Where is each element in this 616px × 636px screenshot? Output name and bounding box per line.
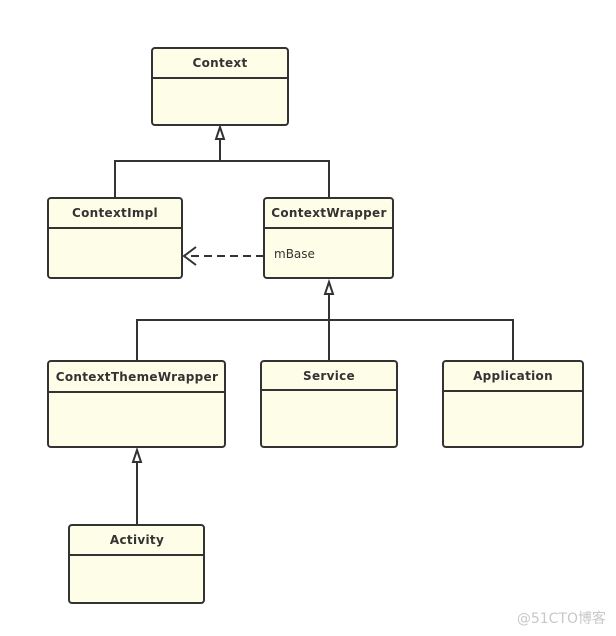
- class-contextthemewrapper[interactable]: ContextThemeWrapper: [47, 360, 226, 448]
- inheritance-arrow-icon: [131, 446, 143, 463]
- class-name: ContextImpl: [72, 206, 158, 220]
- class-application[interactable]: Application: [442, 360, 584, 448]
- class-name: ContextWrapper: [271, 206, 386, 220]
- connector-children-to-contextwrapper: [136, 319, 514, 361]
- class-name: Service: [303, 369, 355, 383]
- class-contextimpl[interactable]: ContextImpl: [47, 197, 183, 279]
- class-diagram: Context ContextImpl ContextWrapper mBase…: [47, 47, 584, 604]
- inheritance-context: [114, 123, 330, 198]
- class-service[interactable]: Service: [260, 360, 398, 448]
- class-name: Activity: [110, 533, 164, 547]
- class-name: Context: [192, 56, 247, 70]
- attribute-mbase: mBase: [274, 247, 315, 261]
- watermark: @51CTO博客: [516, 611, 606, 627]
- class-name: ContextThemeWrapper: [56, 370, 218, 384]
- dependency-mbase: [182, 246, 264, 266]
- connector-contextimpl-to-context: [114, 160, 330, 198]
- inheritance-contextthemewrapper: [131, 446, 143, 525]
- inheritance-contextwrapper: [136, 278, 514, 361]
- inheritance-arrow-icon: [323, 278, 335, 295]
- class-name: Application: [473, 369, 553, 383]
- class-contextwrapper[interactable]: ContextWrapper mBase: [263, 197, 394, 279]
- class-activity[interactable]: Activity: [68, 524, 205, 604]
- inheritance-arrow-icon: [214, 123, 226, 140]
- class-context[interactable]: Context: [151, 47, 289, 126]
